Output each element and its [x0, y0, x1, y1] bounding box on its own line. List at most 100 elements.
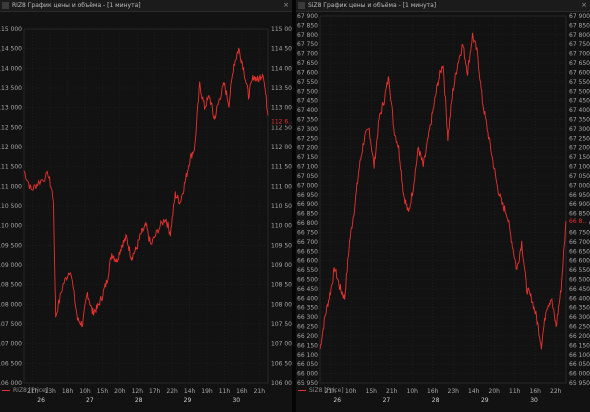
y-tick-label-right: 66 350 — [569, 305, 590, 312]
y-tick-label-right: 113 000 — [271, 105, 292, 112]
y-tick-label-left: 67 450 — [297, 98, 318, 105]
x-tick-label: 21h — [254, 388, 266, 395]
y-tick-label-left: 66 650 — [297, 248, 318, 255]
y-tick-label-left: 66 250 — [297, 324, 318, 331]
y-tick-label-right: 67 150 — [569, 154, 590, 161]
y-tick-label-right: 114 500 — [271, 46, 292, 53]
y-tick-label-right: 67 600 — [569, 69, 590, 76]
y-tick-label-left: 66 350 — [297, 305, 318, 312]
x-date-label: 26 — [333, 397, 341, 404]
legend-swatch — [2, 390, 10, 391]
y-tick-label-right: 66 650 — [569, 248, 590, 255]
x-tick-label: 20h — [489, 388, 501, 395]
y-tick-label-left: 67 200 — [297, 145, 318, 152]
y-tick-label-left: 67 050 — [297, 173, 318, 180]
x-tick-label: 22h — [166, 388, 178, 395]
y-tick-label-right: 67 700 — [569, 51, 590, 58]
x-tick-label: 23h — [448, 388, 460, 395]
y-tick-label-right: 66 550 — [569, 267, 590, 274]
x-date-label: 27 — [86, 397, 94, 404]
y-tick-label-right: 66 400 — [569, 295, 590, 302]
y-tick-label-right: 67 500 — [569, 88, 590, 95]
x-tick-label: 10h — [79, 388, 91, 395]
y-tick-label-left: 67 350 — [297, 117, 318, 124]
y-tick-label-left: 107 000 — [0, 341, 22, 348]
y-tick-label-left: 66 450 — [297, 286, 318, 293]
y-tick-label-left: 112 500 — [0, 124, 22, 131]
x-tick-label: 10h — [345, 388, 357, 395]
y-tick-label-right: 66 000 — [569, 371, 590, 378]
y-tick-label-left: 67 750 — [297, 41, 318, 48]
y-tick-label-left: 66 850 — [297, 211, 318, 218]
y-tick-label-left: 67 400 — [297, 107, 318, 114]
y-tick-label-right: 67 000 — [569, 182, 590, 189]
x-tick-label: 11h — [509, 388, 521, 395]
x-tick-label: 20h — [114, 388, 126, 395]
y-tick-label-right: 66 200 — [569, 333, 590, 340]
y-tick-label-right: 67 300 — [569, 126, 590, 133]
y-tick-label-right: 67 850 — [569, 22, 590, 29]
x-date-label: 27 — [383, 397, 391, 404]
legend: RIZ8 [Price] — [2, 387, 48, 394]
legend: SiZ8 [Price] — [298, 387, 344, 394]
x-date-label: 30 — [232, 397, 240, 404]
y-tick-label-right: 66 600 — [569, 258, 590, 265]
y-tick-label-left: 110 000 — [0, 223, 22, 230]
y-tick-label-right: 66 850 — [569, 211, 590, 218]
y-tick-label-right: 111 500 — [271, 164, 292, 171]
y-tick-label-left: 67 100 — [297, 164, 318, 171]
price-chart-riz8[interactable]: 115 000 115 000 114 500 114 500 114 000 114 0… — [0, 11, 292, 412]
y-tick-label-left: 114 500 — [0, 46, 22, 53]
chart-window-siz8[interactable]: SiZ8 График цены и объёма - [1 минута] ×… — [296, 0, 590, 412]
close-icon[interactable]: × — [581, 0, 587, 11]
y-tick-label-right: 66 950 — [569, 192, 590, 199]
y-tick-label-left: 67 150 — [297, 154, 318, 161]
y-tick-label-right: 106 000 — [271, 380, 292, 387]
y-tick-label-right: 108 000 — [271, 301, 292, 308]
y-tick-label-left: 66 050 — [297, 361, 318, 368]
y-tick-label-left: 67 000 — [297, 182, 318, 189]
x-date-label: 29 — [184, 397, 192, 404]
price-chart-siz8[interactable]: 67 900 67 900 67 850 67 850 67 800 67 800 67 7… — [296, 11, 590, 412]
y-tick-label-right: 106 500 — [271, 360, 292, 367]
y-tick-label-right: 109 500 — [271, 242, 292, 249]
y-tick-label-right: 110 500 — [271, 203, 292, 210]
y-tick-label-left: 66 150 — [297, 342, 318, 349]
y-tick-label-right: 111 000 — [271, 183, 292, 190]
y-tick-label-left: 67 700 — [297, 51, 318, 58]
x-tick-label: 22h — [550, 388, 562, 395]
y-tick-label-left: 66 700 — [297, 239, 318, 246]
x-tick-label: 15h — [97, 388, 109, 395]
y-tick-label-right: 115 000 — [271, 26, 292, 33]
plot-area[interactable] — [319, 15, 567, 384]
chart-window-riz8[interactable]: RIZ8 График цены и объёма - [1 минута] ×… — [0, 0, 292, 412]
y-tick-label-right: 66 700 — [569, 239, 590, 246]
x-tick-label: 14h — [468, 388, 480, 395]
y-tick-label-right: 109 000 — [271, 262, 292, 269]
y-tick-label-left: 66 500 — [297, 276, 318, 283]
y-tick-label-left: 67 250 — [297, 135, 318, 142]
close-icon[interactable]: × — [283, 0, 289, 11]
x-date-label: 28 — [432, 397, 440, 404]
y-tick-label-left: 67 650 — [297, 60, 318, 67]
legend-swatch — [298, 390, 306, 391]
x-tick-label: 19h — [201, 388, 213, 395]
y-tick-label-left: 66 200 — [297, 333, 318, 340]
y-tick-label-left: 66 600 — [297, 258, 318, 265]
y-tick-label-right: 67 350 — [569, 117, 590, 124]
y-tick-label-left: 108 500 — [0, 282, 22, 289]
y-tick-label-right: 112 000 — [271, 144, 292, 151]
y-tick-label-right: 66 450 — [569, 286, 590, 293]
last-price-label: 66 8.. — [569, 218, 586, 225]
x-tick-label: 12h — [132, 388, 144, 395]
y-tick-label-left: 106 500 — [0, 360, 22, 367]
legend-label: RIZ8 [Price] — [13, 387, 49, 394]
x-tick-label: 21h — [386, 388, 398, 395]
y-tick-label-right: 66 500 — [569, 276, 590, 283]
window-title: RIZ8 График цены и объёма - [1 минута] — [12, 2, 141, 9]
y-tick-label-left: 113 500 — [0, 85, 22, 92]
y-tick-label-left: 67 500 — [297, 88, 318, 95]
y-tick-label-left: 67 800 — [297, 32, 318, 39]
x-tick-label: 16h — [530, 388, 542, 395]
y-tick-label-left: 115 000 — [0, 26, 22, 33]
